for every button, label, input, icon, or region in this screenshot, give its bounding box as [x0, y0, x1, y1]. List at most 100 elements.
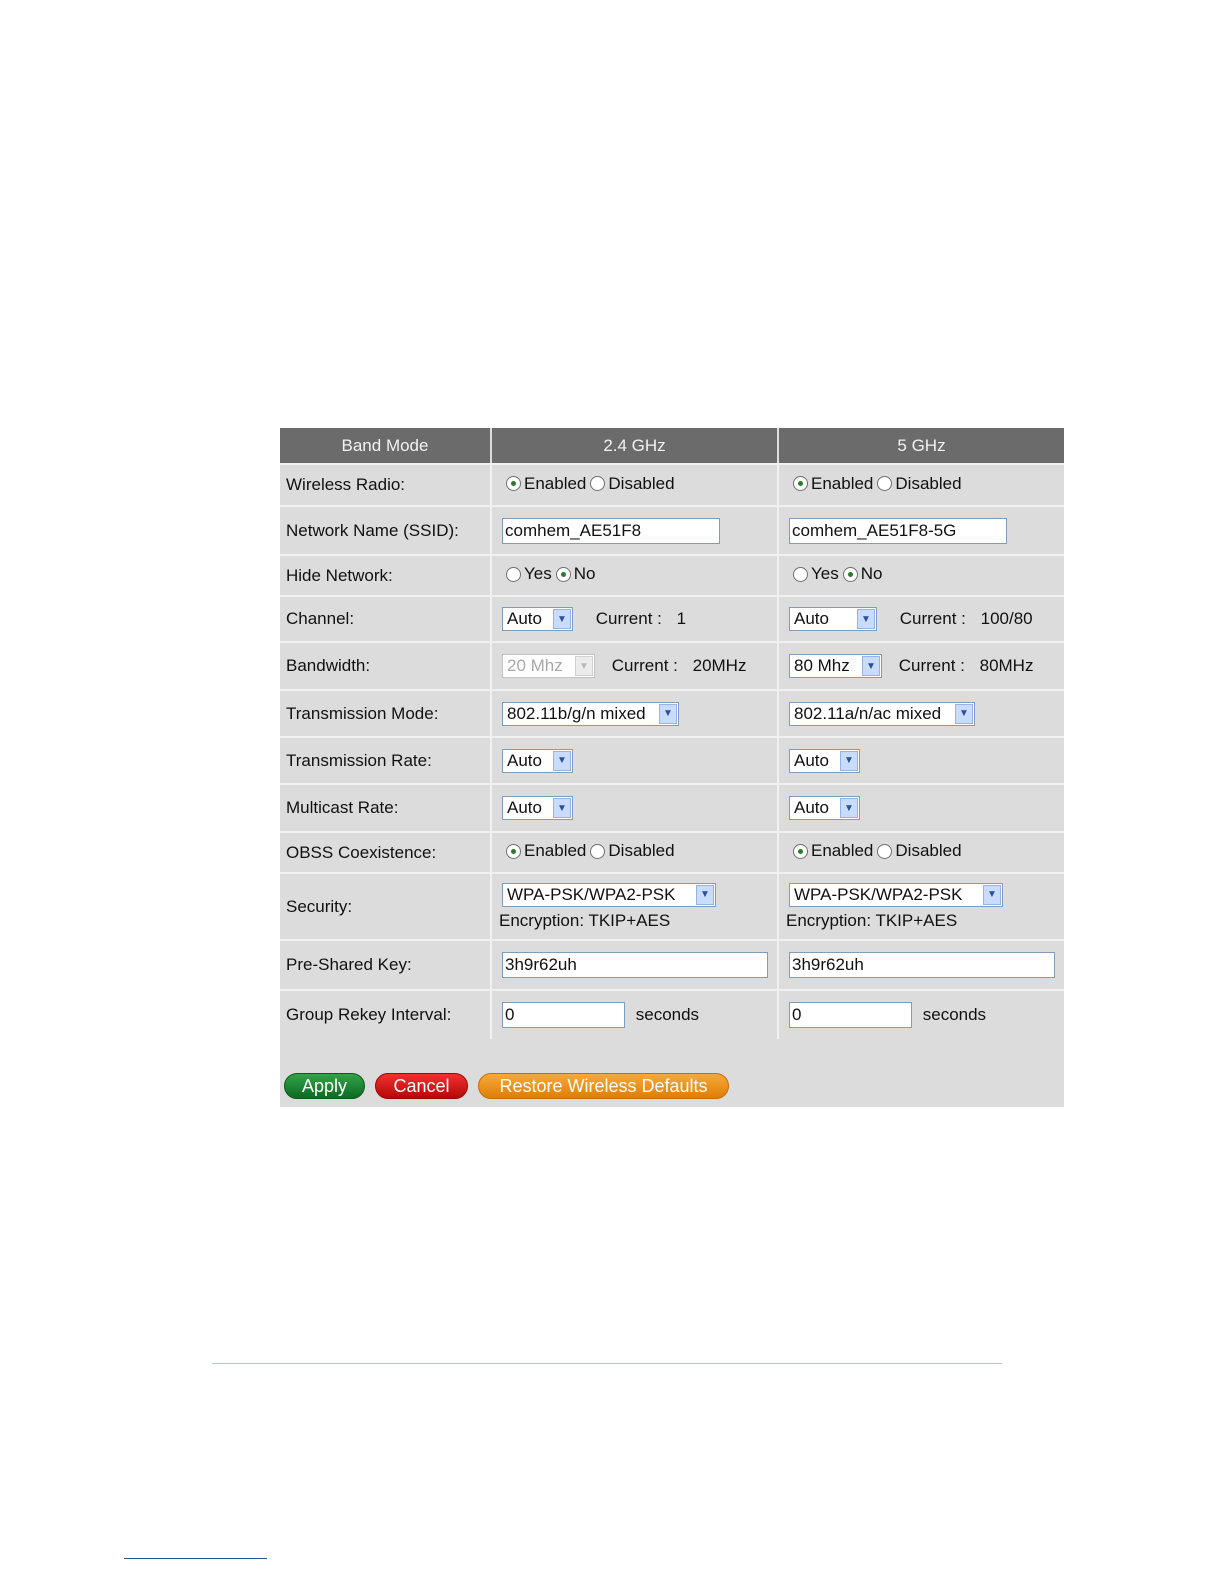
apply-button[interactable]: Apply [284, 1073, 365, 1099]
label-bandwidth: Bandwidth: [280, 641, 492, 689]
radio-24-obss-disabled[interactable] [590, 843, 606, 859]
transmission-rate-24-select[interactable]: Auto ▼ [502, 748, 573, 773]
radio-24-hide-no[interactable] [555, 566, 571, 582]
radio-5-hide-no[interactable] [842, 566, 858, 582]
cell-24-bandwidth: 20 Mhz ▼ Current : 20MHz [492, 641, 779, 689]
current-label: Current : [899, 609, 966, 628]
chevron-down-icon: ▼ [553, 609, 571, 629]
radio-label: Yes [811, 564, 839, 584]
radio-label: No [860, 564, 883, 584]
row-ssid: Network Name (SSID): [280, 505, 1064, 554]
row-obss-coexistence: OBSS Coexistence: Enabled Disabled Enabl… [280, 831, 1064, 872]
radio-5-obss-disabled[interactable] [877, 843, 893, 859]
label-transmission-mode: Transmission Mode: [280, 689, 492, 736]
cell-5-transmission-rate: Auto ▼ [779, 736, 1064, 783]
cell-5-security: WPA-PSK/WPA2-PSK ▼ Encryption: TKIP+AES [779, 872, 1064, 939]
header-band-mode: Band Mode [280, 428, 492, 463]
radio-5-wireless-disabled[interactable] [877, 476, 893, 492]
footer-divider [212, 1363, 1002, 1364]
psk-24-input[interactable] [502, 952, 768, 978]
channel-24-select[interactable]: Auto ▼ [502, 607, 573, 631]
label-group-rekey-interval: Group Rekey Interval: [280, 989, 492, 1039]
radio-24-obss-enabled[interactable] [506, 843, 521, 859]
channel-24-current: 1 [676, 609, 687, 628]
multicast-rate-5-select[interactable]: Auto ▼ [789, 796, 860, 820]
radio-label: Enabled [811, 473, 874, 493]
radio-label: Disabled [608, 841, 675, 861]
chevron-down-icon: ▼ [857, 609, 875, 629]
chevron-down-icon: ▼ [696, 884, 714, 905]
chevron-down-icon: ▼ [862, 656, 880, 676]
radio-24-wireless-enabled[interactable] [506, 476, 521, 492]
radio-label: Disabled [895, 473, 962, 493]
radio-label: Yes [524, 564, 552, 584]
bandwidth-5-select[interactable]: 80 Mhz ▼ [789, 654, 882, 678]
radio-5-obss-enabled[interactable] [793, 843, 808, 859]
row-bandwidth: Bandwidth: 20 Mhz ▼ Current : 20MHz 80 Mh… [280, 641, 1064, 689]
select-value: 80 Mhz [794, 656, 850, 675]
select-value: 802.11b/g/n mixed [507, 703, 646, 723]
row-channel: Channel: Auto ▼ Current : 1 Auto ▼ Current… [280, 595, 1064, 641]
label-pre-shared-key: Pre-Shared Key: [280, 939, 492, 989]
action-buttons: Apply Cancel Restore Wireless Defaults [284, 1073, 729, 1099]
radio-label: Disabled [608, 473, 675, 493]
psk-5-input[interactable] [789, 952, 1055, 978]
restore-defaults-button[interactable]: Restore Wireless Defaults [478, 1073, 729, 1099]
row-multicast-rate: Multicast Rate: Auto ▼ Auto ▼ [280, 783, 1064, 831]
radio-5-wireless-enabled[interactable] [793, 476, 808, 492]
transmission-rate-5-select[interactable]: Auto ▼ [789, 748, 860, 773]
label-multicast-rate: Multicast Rate: [280, 783, 492, 831]
transmission-mode-5-select[interactable]: 802.11a/n/ac mixed ▼ [789, 701, 975, 726]
cell-5-psk [779, 939, 1064, 989]
radio-5-hide-yes[interactable] [793, 566, 808, 582]
channel-5-select[interactable]: Auto ▼ [789, 607, 877, 631]
ssid-5-input[interactable] [789, 517, 1007, 544]
row-hide-network: Hide Network: Yes No Yes No [280, 554, 1064, 595]
bandwidth-24-current: 20MHz [692, 656, 747, 675]
cell-24-multicast-rate: Auto ▼ [492, 783, 779, 831]
security-5-select[interactable]: WPA-PSK/WPA2-PSK ▼ [789, 882, 1003, 907]
select-value: Auto [507, 609, 542, 628]
cell-5-ssid [779, 505, 1064, 554]
cell-5-obss: Enabled Disabled [779, 831, 1064, 872]
transmission-mode-24-select[interactable]: 802.11b/g/n mixed ▼ [502, 701, 679, 726]
label-transmission-rate: Transmission Rate: [280, 736, 492, 783]
security-24-select[interactable]: WPA-PSK/WPA2-PSK ▼ [502, 882, 716, 907]
cell-24-wireless-radio: Enabled Disabled [492, 463, 779, 505]
cell-5-wireless-radio: Enabled Disabled [779, 463, 1064, 505]
chevron-down-icon: ▼ [983, 884, 1001, 905]
wireless-settings-table: Band Mode 2.4 GHz 5 GHz Wireless Radio: … [280, 428, 1064, 1039]
radio-24-wireless-disabled[interactable] [590, 476, 606, 492]
cell-5-rekey: seconds [779, 989, 1064, 1039]
chevron-down-icon: ▼ [840, 798, 858, 818]
select-value: 20 Mhz [507, 656, 563, 675]
rekey-24-input[interactable] [502, 1002, 625, 1028]
cell-5-channel: Auto ▼ Current : 100/80 [779, 595, 1064, 641]
row-wireless-radio: Wireless Radio: Enabled Disabled Enabled… [280, 463, 1064, 505]
cell-5-transmission-mode: 802.11a/n/ac mixed ▼ [779, 689, 1064, 736]
row-transmission-rate: Transmission Rate: Auto ▼ Auto ▼ [280, 736, 1064, 783]
encryption-24-label: Encryption: TKIP+AES [499, 910, 671, 930]
radio-label: Enabled [811, 841, 874, 861]
row-transmission-mode: Transmission Mode: 802.11b/g/n mixed ▼ 80… [280, 689, 1064, 736]
seconds-label: seconds [635, 1005, 700, 1024]
ssid-24-input[interactable] [502, 517, 720, 544]
cell-24-ssid [492, 505, 779, 554]
rekey-5-input[interactable] [789, 1002, 912, 1028]
bandwidth-24-select: 20 Mhz ▼ [502, 654, 595, 678]
cell-24-rekey: seconds [492, 989, 779, 1039]
cell-5-bandwidth: 80 Mhz ▼ Current : 80MHz [779, 641, 1064, 689]
footnote-divider [124, 1558, 267, 1559]
radio-label: Disabled [895, 841, 962, 861]
header-5ghz: 5 GHz [779, 428, 1064, 463]
chevron-down-icon: ▼ [840, 750, 858, 771]
select-value: 802.11a/n/ac mixed [794, 703, 942, 723]
select-value: Auto [507, 798, 542, 817]
radio-label: Enabled [524, 841, 587, 861]
select-value: WPA-PSK/WPA2-PSK [794, 884, 963, 904]
cancel-button[interactable]: Cancel [375, 1073, 468, 1099]
label-security: Security: [280, 872, 492, 939]
multicast-rate-24-select[interactable]: Auto ▼ [502, 796, 573, 820]
cell-24-hide-network: Yes No [492, 554, 779, 595]
radio-24-hide-yes[interactable] [506, 566, 521, 582]
